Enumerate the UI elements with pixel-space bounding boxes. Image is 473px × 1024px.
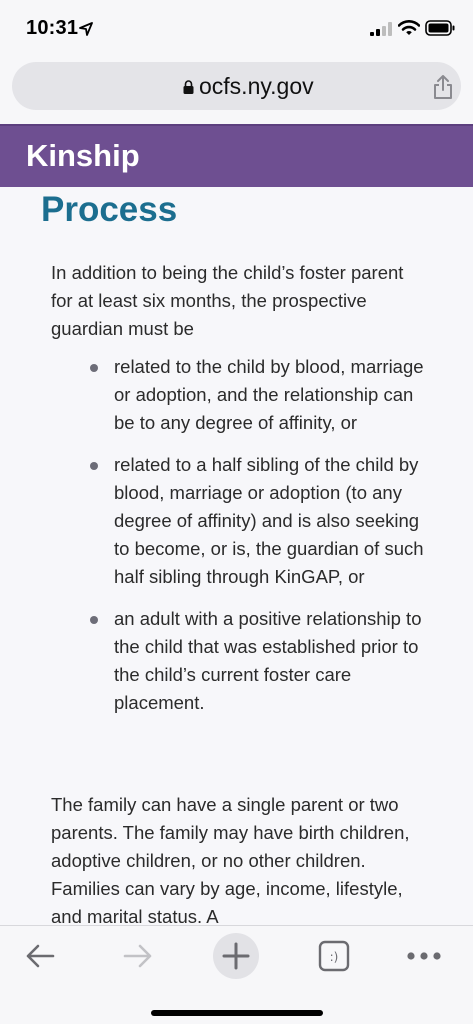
address-bar[interactable]: ocfs.ny.gov	[12, 62, 461, 110]
new-tab-button[interactable]	[212, 932, 260, 980]
lock-icon	[183, 80, 194, 94]
intro-paragraph: In addition to being the child’s foster …	[51, 262, 404, 339]
family-paragraph: The family can have a single parent or t…	[51, 794, 410, 925]
browser-toolbar: :)	[0, 925, 473, 1024]
list-item: related to a half sibling of the child b…	[90, 451, 435, 591]
section-heading: Process	[41, 190, 178, 229]
battery-icon	[425, 20, 455, 36]
tabs-icon: :)	[318, 940, 350, 972]
bullet-dot-icon	[90, 616, 98, 624]
list-item-text: related to the child by blood, marriage …	[114, 356, 424, 433]
forward-button[interactable]	[114, 936, 162, 976]
tabs-button[interactable]: :)	[310, 936, 358, 976]
requirements-list: related to the child by blood, marriage …	[90, 353, 435, 731]
site-header-title[interactable]: Kinship	[26, 138, 140, 174]
more-dots-icon	[407, 952, 441, 960]
url-text: ocfs.ny.gov	[199, 73, 314, 99]
status-bar: 10:31	[0, 0, 473, 58]
back-button[interactable]	[16, 936, 64, 976]
browser-address-area: ocfs.ny.gov	[0, 58, 473, 124]
tabs-glyph: :)	[330, 950, 339, 964]
more-menu-button[interactable]	[400, 936, 448, 976]
share-icon[interactable]	[433, 74, 453, 100]
location-arrow-icon	[79, 22, 93, 36]
bullet-dot-icon	[90, 364, 98, 372]
list-item: an adult with a positive relationship to…	[90, 605, 435, 717]
page-content: Process In addition to being the child’s…	[0, 187, 473, 925]
site-header: Kinship	[0, 124, 473, 187]
cellular-signal-icon	[370, 22, 392, 36]
forward-arrow-icon	[123, 944, 152, 968]
home-indicator[interactable]	[151, 1010, 323, 1016]
wifi-icon	[398, 20, 420, 35]
bullet-dot-icon	[90, 462, 98, 470]
list-item-text: an adult with a positive relationship to…	[114, 608, 422, 713]
list-item-text: related to a half sibling of the child b…	[114, 454, 424, 587]
list-item: related to the child by blood, marriage …	[90, 353, 435, 437]
plus-icon	[213, 933, 259, 979]
status-time: 10:31	[26, 17, 79, 39]
back-arrow-icon	[26, 944, 55, 968]
